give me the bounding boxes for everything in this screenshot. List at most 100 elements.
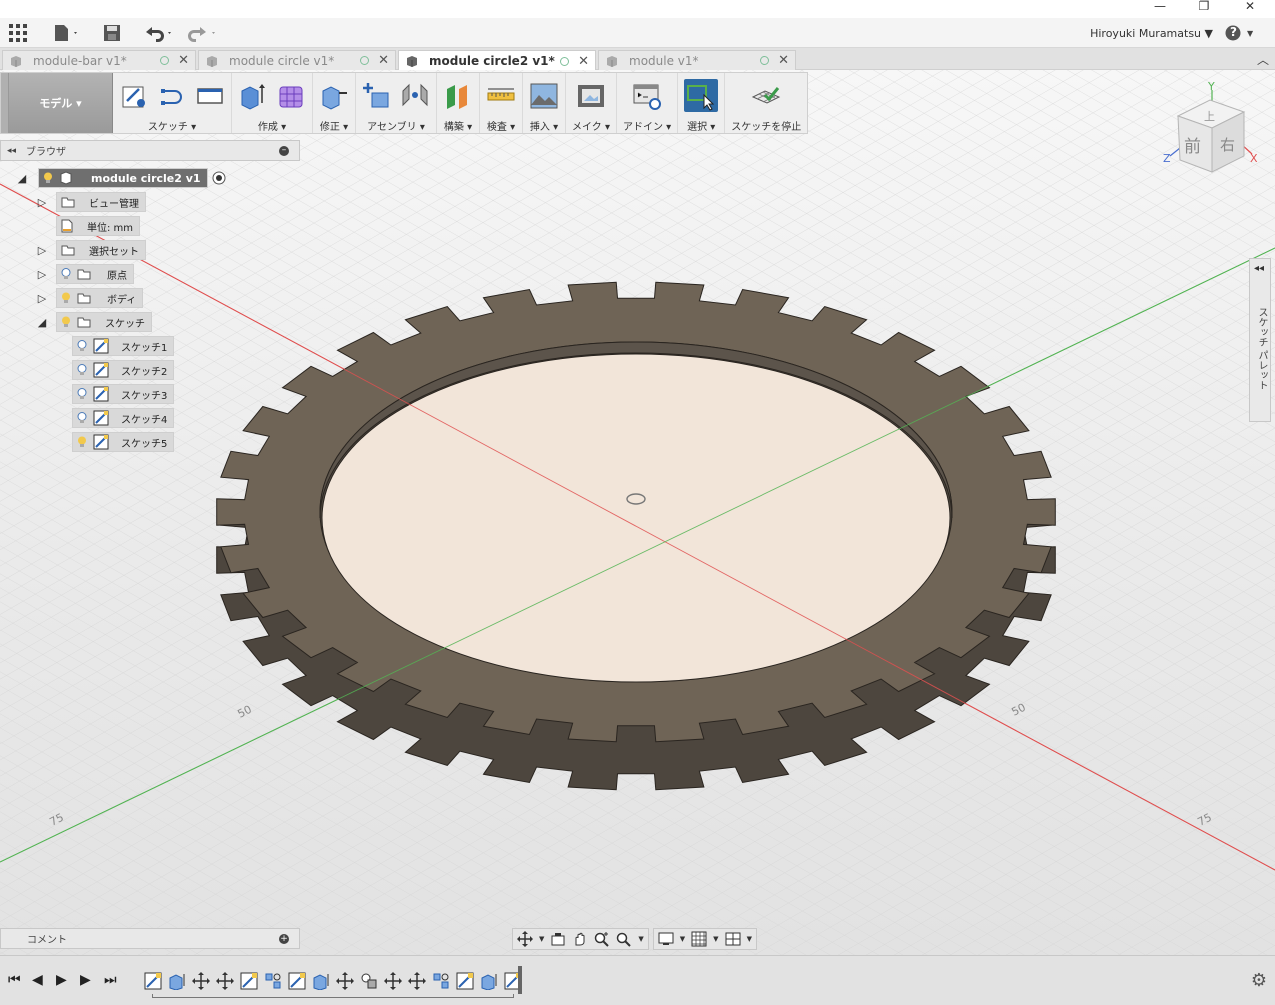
new-component-icon[interactable] [362,81,392,111]
play-icon[interactable]: ▶ [80,972,91,988]
timeline-move-icon[interactable] [408,972,426,990]
modify-group[interactable]: 修正 ▾ [313,73,356,133]
zoom-icon[interactable] [594,931,610,947]
timeline-pattern-icon[interactable] [264,972,282,990]
chevron-down-icon[interactable]: ▼ [713,935,718,943]
timeline-extrude-icon[interactable] [480,972,498,990]
browser-item-sketches[interactable]: ◢ スケッチ [36,312,152,332]
inspect-group[interactable]: 検査 ▾ [480,73,523,133]
make-group[interactable]: メイク ▾ [566,73,617,133]
expand-triangle-icon[interactable]: ▷ [36,292,48,305]
stop-sketch-group[interactable]: スケッチを停止 [725,73,807,133]
rectangle-icon[interactable] [195,81,225,111]
user-menu[interactable]: Hiroyuki Muramatsu ▼ [1090,27,1213,40]
expand-triangle-icon[interactable]: ◢ [36,316,48,329]
add-comment-icon[interactable]: + [279,934,289,944]
offset-plane-icon[interactable] [443,81,473,111]
scripts-addins-icon[interactable] [632,81,662,111]
expand-palette-icon[interactable]: ◂◂ [1254,263,1264,274]
sketch-palette-tab[interactable]: ◂◂ スケッチ パレット [1249,258,1271,422]
tab-module[interactable]: module v1* ✕ [598,50,796,70]
browser-sketch-1[interactable]: スケッチ1 [72,336,175,356]
canvas-viewport[interactable]: 25 50 75 25 50 75 上 前 右 Y X Z [0,70,1275,955]
insert-group[interactable]: 挿入 ▾ [523,73,566,133]
timeline-move-icon[interactable] [192,972,210,990]
timeline-joint-icon[interactable] [360,972,378,990]
timeline-sketch-icon[interactable] [288,972,306,990]
lightbulb-icon[interactable] [43,172,53,184]
lightbulb-icon[interactable] [77,436,87,448]
step-forward-icon[interactable]: ▶︎ [56,972,67,988]
insert-image-icon[interactable] [529,81,559,111]
lightbulb-off-icon[interactable] [77,340,87,352]
timeline-sketch-icon[interactable] [240,972,258,990]
lightbulb-off-icon[interactable] [77,364,87,376]
press-pull-icon[interactable] [319,81,349,111]
lightbulb-off-icon[interactable] [77,412,87,424]
stop-sketch-icon[interactable] [751,81,781,111]
lightbulb-off-icon[interactable] [61,268,71,280]
joint-icon[interactable] [400,81,430,111]
browser-sketch-3[interactable]: スケッチ3 [72,384,175,404]
file-icon[interactable] [52,23,80,43]
browser-item-origin[interactable]: ▷ 原点 [36,264,134,284]
close-tab-icon[interactable]: ✕ [178,53,189,68]
step-back-icon[interactable]: ◀︎ [32,972,43,988]
tab-module-circle[interactable]: module circle v1* ✕ [198,50,396,70]
app-menu-grid-icon[interactable] [8,23,28,43]
help-menu[interactable]: ? ▼ [1225,23,1261,43]
chevron-down-icon[interactable]: ▼ [539,935,544,943]
construct-group[interactable]: 構築 ▾ [437,73,480,133]
go-to-end-icon[interactable]: ⏭ [104,972,117,988]
tab-list-chevron-icon[interactable]: ︿ [1257,51,1269,68]
go-to-start-icon[interactable]: ⏮ [8,972,21,988]
3d-print-icon[interactable] [576,81,606,111]
chevron-down-icon[interactable]: ▼ [747,935,752,943]
lightbulb-off-icon[interactable] [77,388,87,400]
save-icon[interactable] [102,23,122,43]
expand-triangle-icon[interactable]: ▷ [36,196,48,209]
viewports-icon[interactable] [725,931,741,947]
browser-sketch-5[interactable]: スケッチ5 [72,432,175,452]
undo-icon[interactable] [142,23,176,43]
measure-icon[interactable] [486,81,516,111]
timeline-extrude-icon[interactable] [168,972,186,990]
addins-group[interactable]: アドイン ▾ [617,73,679,133]
close-tab-icon[interactable]: ✕ [778,53,789,68]
chevron-down-icon[interactable]: ▼ [680,935,685,943]
minimize-button[interactable]: — [1140,0,1180,18]
expand-triangle-icon[interactable]: ▷ [36,244,48,257]
pan-hand-icon[interactable] [572,931,588,947]
timeline-marker[interactable] [518,966,522,994]
select-group[interactable]: 選択 ▾ [678,73,726,133]
tab-module-bar[interactable]: module-bar v1* ✕ [2,50,196,70]
extrude-icon[interactable] [238,81,268,111]
timeline-sketch-icon[interactable] [144,972,162,990]
create-sketch-icon[interactable] [119,81,149,111]
browser-sketch-2[interactable]: スケッチ2 [72,360,175,380]
lightbulb-icon[interactable] [61,316,71,328]
browser-item-view-management[interactable]: ▷ ビュー管理 [36,192,146,212]
display-settings-icon[interactable] [658,931,674,947]
browser-root-node[interactable]: ◢ module circle2 v1 [16,168,226,188]
workspace-switcher[interactable]: モデル ▾ [9,73,113,133]
browser-item-selection-sets[interactable]: ▷ 選択セット [36,240,146,260]
timeline-extrude-icon[interactable] [312,972,330,990]
browser-header[interactable]: ◂◂ ブラウザ – [0,140,300,161]
browser-item-units[interactable]: 単位: mm [36,216,141,236]
close-tab-icon[interactable]: ✕ [378,53,389,68]
timeline-settings-gear-icon[interactable]: ⚙ [1251,970,1267,991]
arc-icon[interactable] [157,81,187,111]
chevron-down-icon[interactable]: ▼ [638,935,643,943]
sketch-group[interactable]: スケッチ ▾ [113,73,232,133]
browser-item-bodies[interactable]: ▷ ボディ [36,288,144,308]
expand-triangle-icon[interactable]: ▷ [36,268,48,281]
collapse-panel-icon[interactable]: ◂◂ [7,146,16,156]
model-scene[interactable]: 25 50 75 25 50 75 上 前 右 Y X Z [0,70,1275,955]
timeline-move-icon[interactable] [216,972,234,990]
redo-icon[interactable] [186,23,220,43]
lightbulb-icon[interactable] [61,292,71,304]
browser-sketch-4[interactable]: スケッチ4 [72,408,175,428]
restore-button[interactable]: ❐ [1184,0,1224,18]
comments-panel[interactable]: コメント + [0,928,300,949]
